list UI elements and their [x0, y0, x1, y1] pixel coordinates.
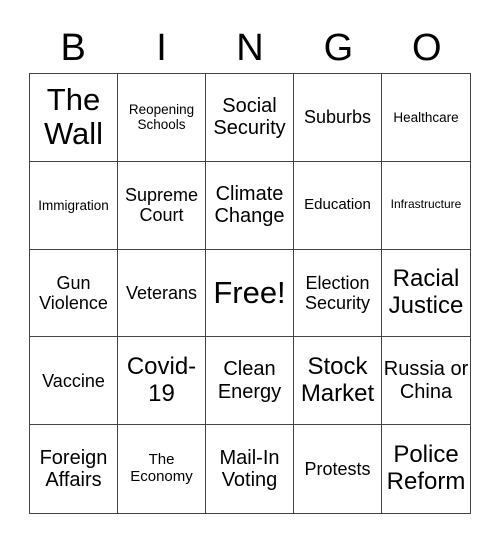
bingo-cell[interactable]: Stock Market — [294, 337, 382, 426]
bingo-cell[interactable]: Supreme Court — [118, 161, 206, 250]
bingo-cell[interactable]: The Economy — [118, 425, 206, 513]
header-letter-o: O — [411, 27, 442, 69]
bingo-cell[interactable]: Police Reform — [382, 425, 470, 513]
bingo-cell[interactable]: Covid-19 — [118, 337, 206, 426]
bingo-cell[interactable]: Education — [294, 161, 382, 250]
bingo-cell[interactable]: Immigration — [30, 161, 118, 250]
bingo-cell[interactable]: Foreign Affairs — [30, 425, 118, 513]
bingo-cell[interactable]: Suburbs — [294, 74, 382, 162]
header-letter-g: G — [323, 27, 354, 69]
free-space-cell[interactable]: Free! — [206, 249, 294, 338]
bingo-header: B I N G O — [29, 24, 471, 72]
bingo-cell[interactable]: Infrastructure — [382, 162, 470, 250]
bingo-cell[interactable]: Protests — [294, 425, 382, 513]
bingo-cell[interactable]: The Wall — [30, 74, 118, 162]
bingo-cell[interactable]: Clean Energy — [206, 337, 294, 426]
bingo-grid: The Wall Reopening Schools Social Securi… — [29, 73, 471, 514]
bingo-cell[interactable]: Russia or China — [382, 337, 470, 426]
header-letter-n: N — [236, 27, 264, 69]
bingo-cell[interactable]: Climate Change — [206, 161, 294, 250]
bingo-cell[interactable]: Vaccine — [30, 337, 118, 426]
bingo-cell[interactable]: Veterans — [118, 249, 206, 338]
bingo-cell[interactable]: Mail-In Voting — [206, 425, 294, 513]
bingo-cell[interactable]: Healthcare — [382, 74, 470, 162]
header-letter-b: B — [60, 27, 86, 69]
bingo-cell[interactable]: Gun Violence — [30, 249, 118, 338]
bingo-cell[interactable]: Election Security — [294, 249, 382, 338]
bingo-cell[interactable]: Reopening Schools — [118, 74, 206, 162]
bingo-cell[interactable]: Social Security — [206, 74, 294, 162]
header-letter-i: I — [156, 27, 167, 69]
bingo-cell[interactable]: Racial Justice — [382, 250, 470, 338]
